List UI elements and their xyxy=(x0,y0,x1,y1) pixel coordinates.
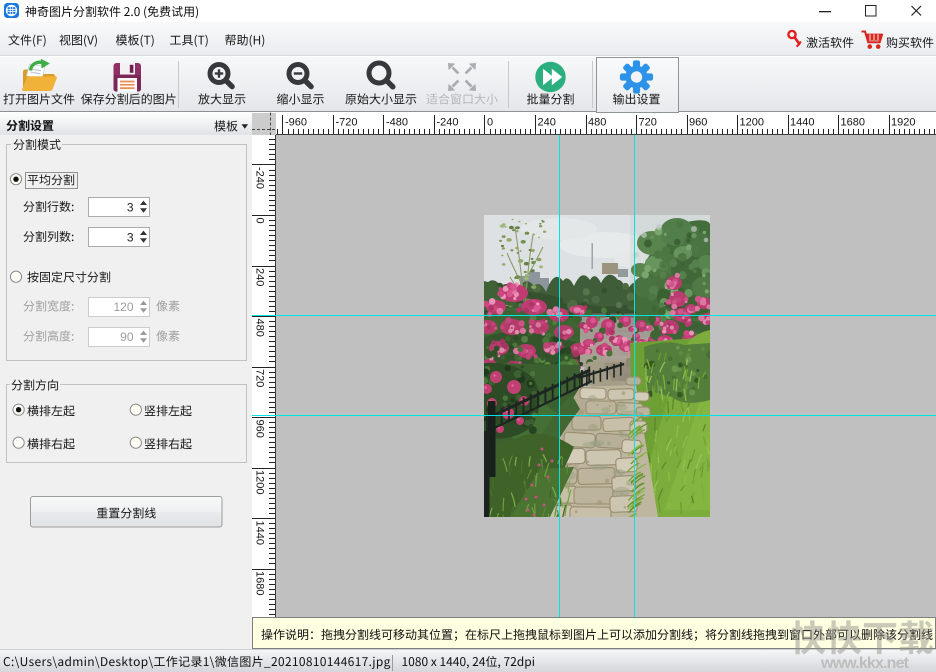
svg-text:90: 90 xyxy=(120,330,134,344)
svg-text:1680: 1680 xyxy=(254,571,266,595)
svg-text:1440: 1440 xyxy=(254,521,266,545)
svg-text:240: 240 xyxy=(538,117,556,129)
svg-text:0: 0 xyxy=(487,117,493,129)
svg-text:720: 720 xyxy=(639,117,657,129)
svg-text:-240: -240 xyxy=(254,167,266,189)
svg-text:www.kkx.net: www.kkx.net xyxy=(820,655,910,672)
svg-text:1920: 1920 xyxy=(891,117,915,129)
svg-text:3: 3 xyxy=(127,231,134,245)
svg-text:-720: -720 xyxy=(336,117,358,129)
svg-text:480: 480 xyxy=(588,117,606,129)
svg-text:3: 3 xyxy=(127,201,134,215)
svg-text:-240: -240 xyxy=(437,117,459,129)
svg-text:120: 120 xyxy=(113,300,133,314)
svg-text:-480: -480 xyxy=(386,117,408,129)
svg-text:0: 0 xyxy=(254,218,266,224)
svg-text:720: 720 xyxy=(254,369,266,387)
svg-text:1680: 1680 xyxy=(841,117,865,129)
svg-text:480: 480 xyxy=(254,319,266,337)
svg-text:960: 960 xyxy=(254,420,266,438)
svg-text:1200: 1200 xyxy=(740,117,764,129)
svg-text:1440: 1440 xyxy=(790,117,814,129)
svg-text:1200: 1200 xyxy=(254,470,266,494)
svg-text:960: 960 xyxy=(689,117,707,129)
svg-text:240: 240 xyxy=(254,268,266,286)
svg-text:-960: -960 xyxy=(285,117,307,129)
